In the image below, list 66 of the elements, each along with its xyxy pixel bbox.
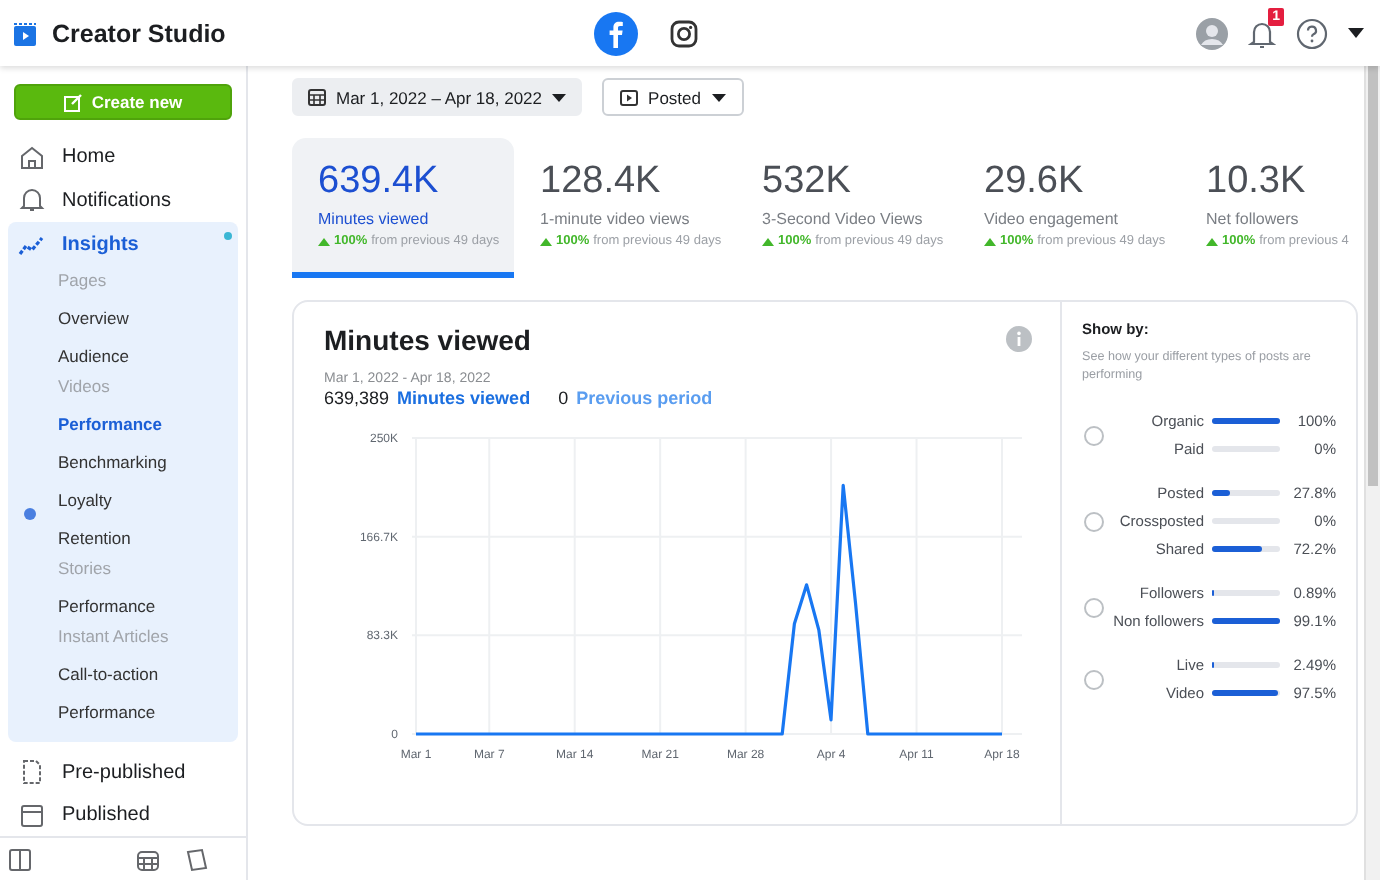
up-triangle-icon [540,237,552,245]
nav-item[interactable]: Pre-published [8,750,238,794]
caret-icon [552,93,567,101]
help-icon[interactable] [1296,17,1328,49]
radio-button[interactable] [1084,669,1104,689]
up-triangle-icon [1206,237,1218,245]
nav-subitem[interactable]: Performance [24,408,162,443]
nav-subitem[interactable]: Retention [24,522,131,557]
document-icon [18,758,46,786]
nav-subitem[interactable]: Audience [24,340,129,375]
metric-value: 29.6K [984,160,1086,204]
chart-title: Minutes viewed [324,324,531,356]
window-icon [18,801,46,830]
home-icon [18,143,46,172]
up-triangle-icon [762,237,774,245]
metric-label: 1-minute video views [540,210,692,228]
video-icon [620,89,639,105]
nav-item[interactable]: Home [8,136,238,180]
metric-value: 639.4K [318,160,441,204]
metric-label: Minutes viewed [318,210,431,228]
nav-section-header: Videos [56,374,112,401]
app-logo-icon [14,21,36,45]
post-type-dropdown[interactable]: Posted [602,78,743,116]
date-range-dropdown[interactable]: Mar 1, 2022 – Apr 18, 2022 [292,78,583,116]
up-triangle-icon [318,237,330,245]
scrollbar[interactable] [1364,66,1380,880]
metric-label: Net followers [1206,210,1301,228]
nav-subitem[interactable]: Overview [24,302,129,337]
caret-icon[interactable] [1348,28,1364,38]
pages-icon[interactable] [184,847,208,872]
nav-section-header: Stories [56,556,113,583]
nav-item[interactable]: Published [8,793,238,837]
nav-subitem[interactable]: Performance [24,696,156,731]
nav-subitem[interactable]: Loyalty [24,484,112,519]
calendar-icon [308,88,326,106]
metric-label: 3-Second Video Views [762,210,925,228]
previous-value: 0 [558,388,569,408]
nav-subitem[interactable]: Call-to-action [24,658,159,693]
nav-subitem[interactable]: Benchmarking [24,446,167,481]
legend-label: Previous period [576,388,713,408]
trend-line-icon [18,231,46,260]
nav-section-header: Instant Articles [56,624,171,651]
legend-label: Minutes viewed [397,388,531,408]
nav-subitem[interactable]: Performance [24,590,156,625]
bell-icon [18,186,46,215]
radio-button[interactable] [1084,597,1104,617]
facebook-icon[interactable] [594,11,638,55]
metric-value: 532K [762,160,853,204]
metric-label: Video engagement [984,210,1121,228]
book-icon[interactable] [8,847,32,872]
compose-icon [63,93,82,112]
up-triangle-icon [984,237,996,245]
bell-icon[interactable] [1248,17,1276,49]
calendar-icon[interactable] [136,847,160,872]
nav-item[interactable]: Notifications [8,179,238,223]
avatar-icon[interactable] [1196,17,1228,49]
app-title: Creator Studio [52,19,226,47]
nav-item[interactable]: Insights [8,222,238,269]
caret-icon [711,93,725,101]
scrollbar-thumb[interactable] [1368,66,1378,486]
radio-button[interactable] [1084,425,1104,445]
total-value: 639,389 [324,388,390,408]
metric-value: 10.3K [1206,160,1308,204]
nav-section-header: Pages [56,268,109,295]
metric-value: 128.4K [540,160,663,204]
radio-button[interactable] [1084,511,1104,531]
